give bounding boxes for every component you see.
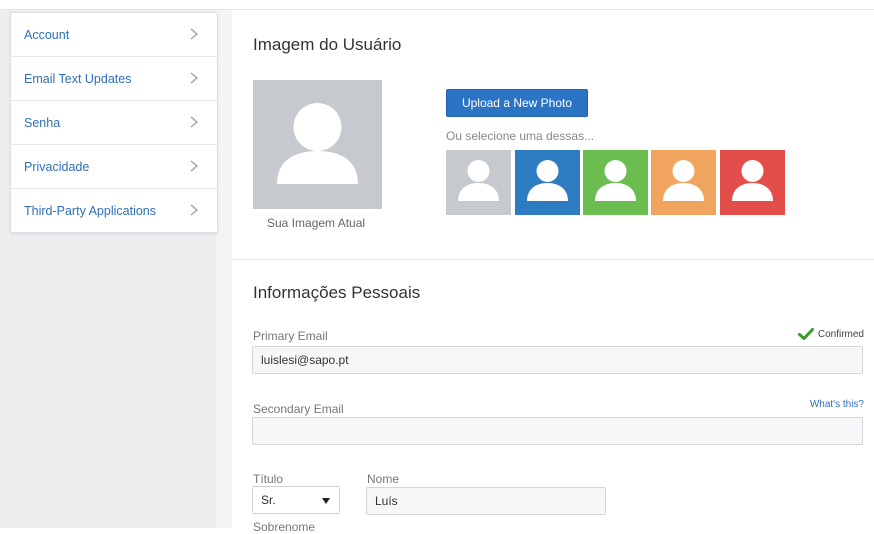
last-name-label: Sobrenome (253, 520, 316, 534)
sidebar-item-label: Account (24, 27, 70, 42)
title-label: Título (253, 472, 284, 486)
chevron-right-icon (190, 204, 199, 216)
chevron-right-icon (190, 116, 199, 128)
sidebar-item-account[interactable]: Account (11, 13, 217, 57)
sidebar-item-privacidade[interactable]: Privacidade (11, 145, 217, 189)
settings-sidebar: Account Email Text Updates Senha Privaci… (10, 12, 218, 233)
user-silhouette-icon (277, 103, 358, 184)
primary-email-label: Primary Email (253, 329, 328, 343)
sidebar-gutter (216, 10, 232, 528)
sidebar-item-email-text-updates[interactable]: Email Text Updates (11, 57, 217, 101)
secondary-email-field[interactable] (252, 417, 863, 445)
chevron-right-icon (190, 72, 199, 84)
user-silhouette-icon (458, 160, 499, 201)
personal-info-title: Informações Pessoais (253, 283, 421, 302)
sidebar-item-senha[interactable]: Senha (11, 101, 217, 145)
user-silhouette-icon (663, 160, 704, 201)
whats-this-link[interactable]: What's this? (810, 399, 864, 410)
title-select-value: Sr. (261, 493, 276, 507)
avatar-option-red[interactable] (720, 150, 785, 215)
sidebar-item-label: Email Text Updates (24, 71, 132, 86)
sidebar-item-label: Senha (24, 115, 61, 130)
first-name-label: Nome (367, 472, 400, 486)
settings-main: Imagem do Usuário Sua Imagem Atual Uploa… (232, 10, 874, 534)
first-name-field[interactable]: Luís (366, 487, 606, 515)
choose-avatar-hint: Ou selecione uma dessas... (446, 129, 595, 143)
section-divider (232, 259, 874, 260)
avatar-option-orange[interactable] (651, 150, 716, 215)
user-silhouette-icon (732, 160, 773, 201)
avatar-option-blue[interactable] (515, 150, 580, 215)
user-silhouette-icon (595, 160, 636, 201)
user-image-title: Imagem do Usuário (253, 35, 402, 54)
confirmed-text: Confirmed (817, 328, 864, 340)
avatar-option-gray[interactable] (446, 150, 511, 215)
current-image-caption: Sua Imagem Atual (267, 216, 366, 230)
chevron-right-icon (190, 160, 199, 172)
sidebar-item-label: Third-Party Applications (24, 203, 157, 218)
email-confirmed-badge: Confirmed (797, 328, 864, 340)
upload-photo-button[interactable]: Upload a New Photo (446, 89, 588, 117)
avatar-option-green[interactable] (583, 150, 648, 215)
sidebar-item-third-party-applications[interactable]: Third-Party Applications (11, 189, 217, 232)
title-select[interactable]: Sr. (252, 486, 340, 514)
caret-down-icon (322, 498, 330, 504)
chevron-right-icon (190, 28, 199, 40)
current-avatar (253, 80, 382, 209)
check-icon (797, 328, 814, 340)
secondary-email-label: Secondary Email (253, 402, 344, 416)
sidebar-item-label: Privacidade (24, 159, 90, 174)
user-silhouette-icon (527, 160, 568, 201)
primary-email-field[interactable]: luislesi@sapo.pt (252, 346, 863, 374)
